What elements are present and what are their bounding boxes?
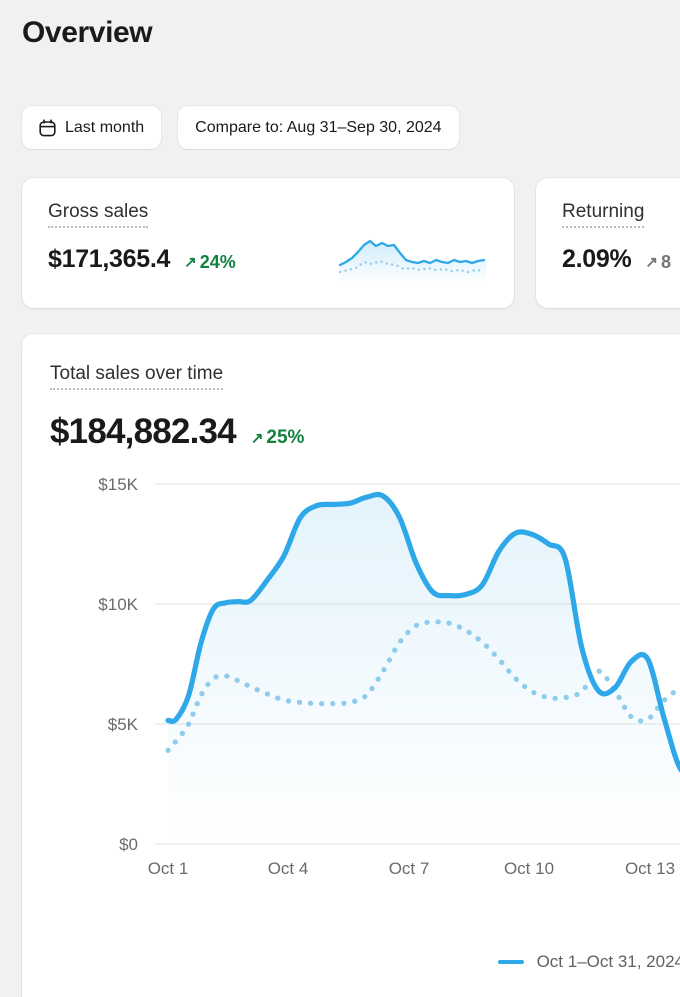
kpi-delta: ↗ 8 xyxy=(645,252,671,273)
x-tick-label: Oct 7 xyxy=(389,859,430,876)
kpi-card-gross-sales[interactable]: Gross sales $171,365.4 ↗ 24% xyxy=(22,178,514,308)
kpi-value-row: 2.09% ↗ 8 xyxy=(562,245,680,274)
x-tick-label: Oct 13 xyxy=(625,859,675,876)
kpi-value: $171,365.4 xyxy=(48,244,171,273)
y-tick-label: $5K xyxy=(108,715,139,734)
chart-delta: ↗ 25% xyxy=(251,427,305,449)
y-tick-label: $10K xyxy=(98,595,138,614)
arrow-up-right-icon: ↗ xyxy=(250,429,264,447)
line-chart-svg: $15K $10K $5K $0 Oct 1 Oct 4 Oct 7 Oct 1… xyxy=(98,476,680,876)
date-range-filter-label: Last month xyxy=(65,118,145,136)
arrow-up-right-icon: ↗ xyxy=(184,253,197,271)
legend-label: Oct 1–Oct 31, 2024 xyxy=(536,952,680,971)
arrow-up-right-icon: ↗ xyxy=(645,253,658,271)
kpi-label: Returning xyxy=(562,201,645,228)
kpi-delta: ↗ 24% xyxy=(184,252,236,273)
overview-page: Overview Last month Compare to: Aug 31–S… xyxy=(0,0,680,997)
sparkline-chart xyxy=(338,232,488,282)
kpi-value: 2.09% xyxy=(562,244,632,273)
x-tick-label: Oct 1 xyxy=(148,859,189,876)
chart-total-value: $184,882.34 xyxy=(50,411,237,451)
compare-filter-button[interactable]: Compare to: Aug 31–Sep 30, 2024 xyxy=(178,106,459,149)
compare-filter-label: Compare to: Aug 31–Sep 30, 2024 xyxy=(195,118,442,136)
chart-title: Total sales over time xyxy=(50,363,224,390)
date-range-filter-button[interactable]: Last month xyxy=(22,106,162,149)
legend-swatch xyxy=(497,960,524,964)
y-tick-label: $15K xyxy=(98,476,138,494)
chart-delta-value: 25% xyxy=(266,427,305,449)
filter-bar: Last month Compare to: Aug 31–Sep 30, 20… xyxy=(22,106,459,149)
total-sales-chart-card: Total sales over time $184,882.34 ↗ 25% xyxy=(22,334,680,997)
kpi-label: Gross sales xyxy=(48,201,149,228)
chart-legend: Oct 1–Oct 31, 2024 xyxy=(50,952,680,972)
x-tick-label: Oct 4 xyxy=(268,859,309,876)
x-axis-tick-labels: Oct 1 Oct 4 Oct 7 Oct 10 Oct 13 xyxy=(148,859,675,876)
calendar-icon xyxy=(39,118,56,137)
y-axis-tick-labels: $15K $10K $5K $0 xyxy=(98,476,138,854)
chart-headline: $184,882.34 ↗ 25% xyxy=(50,412,680,452)
series-area-fill xyxy=(168,494,680,844)
kpi-delta-value: 24% xyxy=(199,251,236,272)
y-tick-label: $0 xyxy=(119,835,138,854)
page-title: Overview xyxy=(22,16,153,49)
x-tick-label: Oct 10 xyxy=(504,859,554,876)
kpi-delta-value: 8 xyxy=(660,251,671,272)
kpi-card-row: Gross sales $171,365.4 ↗ 24% Returning 2… xyxy=(22,178,680,308)
plot-area[interactable]: $15K $10K $5K $0 Oct 1 Oct 4 Oct 7 Oct 1… xyxy=(50,476,680,876)
kpi-card-returning[interactable]: Returning 2.09% ↗ 8 xyxy=(536,178,680,308)
